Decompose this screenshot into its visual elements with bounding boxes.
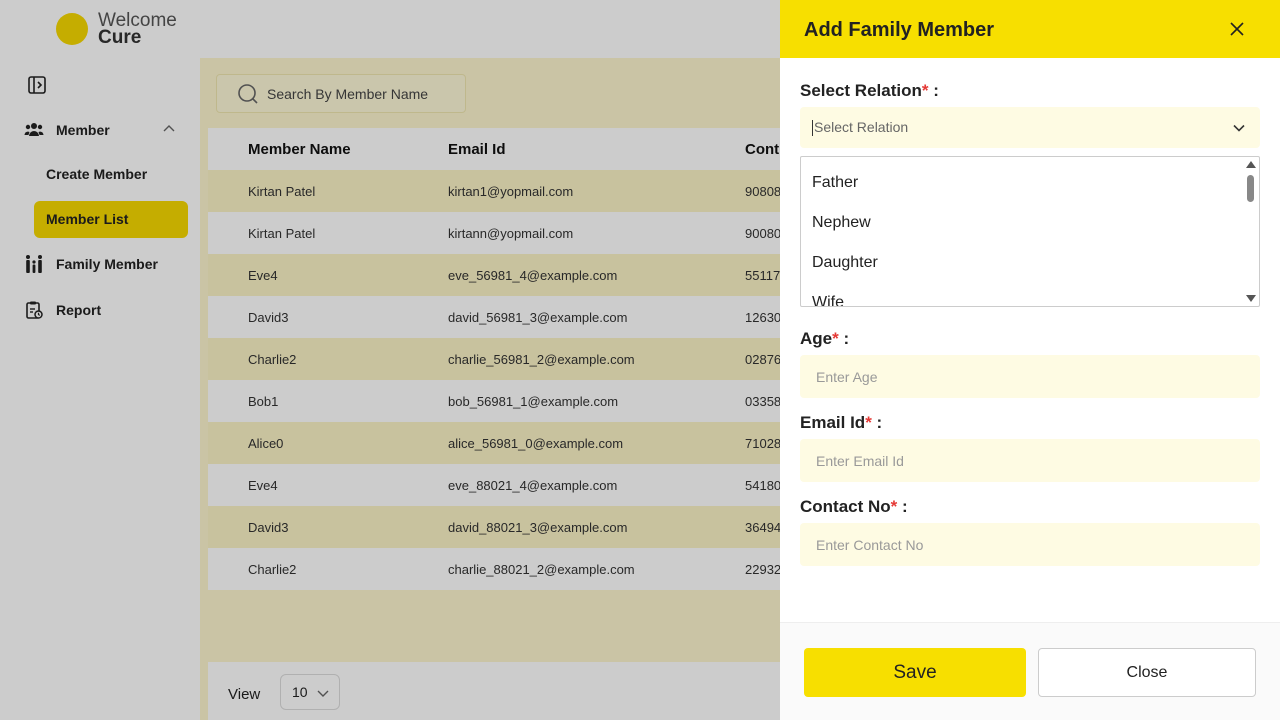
age-input[interactable]	[800, 355, 1260, 398]
dropdown-scrollbar[interactable]	[1243, 157, 1259, 306]
email-input[interactable]	[800, 439, 1260, 482]
required-mark: *	[865, 413, 872, 432]
required-mark: *	[921, 81, 929, 100]
text-cursor	[812, 120, 813, 137]
contact-label-text: Contact No	[800, 497, 891, 516]
label-colon: :	[838, 329, 850, 348]
label-colon: :	[897, 497, 908, 516]
contact-label: Contact No* :	[800, 497, 908, 517]
label-colon: :	[871, 413, 883, 432]
relation-option-daughter[interactable]: Daughter	[812, 254, 878, 272]
scroll-down-arrow-icon[interactable]	[1246, 295, 1256, 302]
email-label-text: Email Id	[800, 413, 866, 432]
label-colon: :	[928, 81, 939, 100]
drawer-footer: Save Close	[780, 622, 1280, 720]
contact-input[interactable]	[800, 523, 1260, 566]
relation-label-text: Select Relation	[800, 81, 922, 100]
scrollbar-thumb[interactable]	[1247, 175, 1254, 202]
relation-option-father[interactable]: Father	[812, 174, 858, 192]
relation-option-wife[interactable]: Wife	[812, 294, 844, 306]
required-mark: *	[832, 329, 839, 348]
age-label-text: Age	[800, 329, 833, 348]
relation-select-placeholder: Select Relation	[814, 119, 909, 135]
close-icon[interactable]	[1228, 20, 1246, 38]
age-label: Age* :	[800, 329, 849, 349]
relation-dropdown: Father Nephew Daughter Wife	[800, 156, 1260, 307]
relation-option-nephew[interactable]: Nephew	[812, 214, 871, 232]
email-label: Email Id* :	[800, 413, 882, 433]
modal-backdrop[interactable]	[0, 0, 780, 720]
drawer-title: Add Family Member	[804, 19, 995, 41]
relation-label: Select Relation* :	[800, 81, 939, 101]
scroll-up-arrow-icon[interactable]	[1246, 161, 1256, 168]
relation-select[interactable]: Select Relation	[800, 107, 1260, 148]
chevron-down-icon	[1233, 124, 1245, 132]
drawer-header: Add Family Member	[780, 0, 1280, 58]
close-button[interactable]: Close	[1038, 648, 1256, 697]
save-button[interactable]: Save	[804, 648, 1026, 697]
add-family-member-drawer: Add Family Member Select Relation* : Sel…	[780, 0, 1280, 720]
